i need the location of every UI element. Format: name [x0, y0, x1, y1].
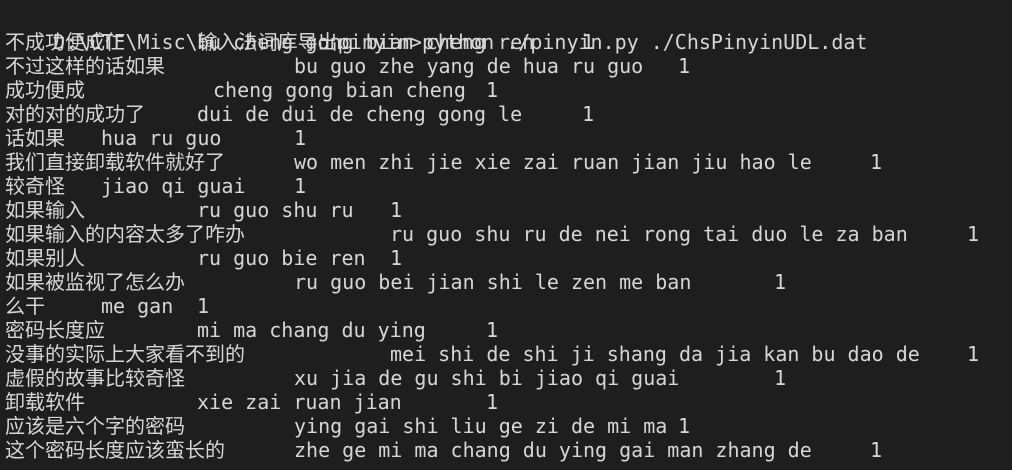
row-pinyin: hua ru guo	[101, 126, 222, 150]
output-row: 么干 me gan 1	[5, 294, 1012, 318]
command-line: D:\CTF\Misc\输入法词库导出pinyin>python ./pinyi…	[5, 6, 1012, 54]
row-pinyin: wo men zhi jie xie zai ruan jian jiu hao…	[294, 150, 812, 174]
row-word: 不成功便成仁	[5, 30, 125, 54]
row-count: 1	[774, 366, 787, 390]
output-row: 较奇怪 jiao qi guai 1	[5, 174, 1012, 198]
row-word: 成功便成	[5, 78, 85, 102]
row-word: 如果别人	[5, 246, 85, 270]
output-row: 这个密码长度应该蛮长的 zhe ge mi ma chang du ying ga…	[5, 438, 1012, 462]
output-row: 成功便成 cheng gong bian cheng 1	[5, 78, 1012, 102]
row-word: 没事的实际上大家看不到的	[5, 342, 245, 366]
row-count: 1	[678, 414, 691, 438]
row-word: 不过这样的话如果	[5, 54, 165, 78]
row-count: 1	[294, 174, 307, 198]
row-count: 1	[197, 294, 210, 318]
output-row: 如果输入 ru guo shu ru 1	[5, 198, 1012, 222]
output-row: 我们直接卸载软件就好了 wo men zhi jie xie zai ruan j…	[5, 150, 1012, 174]
row-word: 话如果	[5, 126, 65, 150]
output-row: 对的对的成功了 dui de dui de cheng gong le 1	[5, 102, 1012, 126]
row-count: 1	[678, 54, 691, 78]
output-rows: 不成功便成仁 bu cheng gong bian cheng ren 1 不过这样的…	[5, 30, 1012, 462]
row-word: 对的对的成功了	[5, 102, 145, 126]
row-word: 虚假的故事比较奇怪	[5, 366, 185, 390]
output-row: 话如果 hua ru guo 1	[5, 126, 1012, 150]
row-word: 卸载软件	[5, 390, 85, 414]
row-count: 1	[390, 246, 403, 270]
row-pinyin: zhe ge mi ma chang du ying gai man zhang…	[294, 438, 812, 462]
row-count: 1	[294, 126, 307, 150]
terminal-window[interactable]: D:\CTF\Misc\输入法词库导出pinyin>python ./pinyi…	[0, 0, 1012, 470]
row-word: 密码长度应	[5, 318, 105, 342]
row-count: 1	[870, 438, 883, 462]
row-count: 1	[390, 198, 403, 222]
row-pinyin: me gan	[101, 294, 174, 318]
row-pinyin: ying gai shi liu ge zi de mi ma	[294, 414, 668, 438]
row-pinyin: mi ma chang du ying	[197, 318, 426, 342]
row-pinyin: ru guo bie ren	[197, 246, 366, 270]
row-count: 1	[967, 222, 980, 246]
output-row: 不过这样的话如果 bu guo zhe yang de hua ru guo 1	[5, 54, 1012, 78]
row-count: 1	[582, 102, 595, 126]
row-count: 1	[582, 30, 595, 54]
row-word: 较奇怪	[5, 174, 65, 198]
row-pinyin: xu jia de gu shi bi jiao qi guai	[294, 366, 680, 390]
row-pinyin: xie zai ruan jian	[197, 390, 402, 414]
row-count: 1	[486, 390, 499, 414]
row-pinyin: bu cheng gong bian cheng ren	[197, 30, 535, 54]
row-word: 如果输入	[5, 198, 85, 222]
row-count: 1	[870, 150, 883, 174]
row-word: 如果输入的内容太多了咋办	[5, 222, 245, 246]
row-pinyin: ru guo bei jian shi le zen me ban	[294, 270, 692, 294]
output-row: 如果被监视了怎么办 ru guo bei jian shi le zen me b…	[5, 270, 1012, 294]
output-row: 如果输入的内容太多了咋办 ru guo shu ru de nei rong ta…	[5, 222, 1012, 246]
row-word: 这个密码长度应该蛮长的	[5, 438, 225, 462]
row-count: 1	[967, 342, 980, 366]
row-pinyin: cheng gong bian cheng	[213, 78, 466, 102]
row-pinyin: mei shi de shi ji shang da jia kan bu da…	[390, 342, 920, 366]
row-pinyin: ru guo shu ru de nei rong tai duo le za …	[390, 222, 908, 246]
output-row: 卸载软件 xie zai ruan jian 1	[5, 390, 1012, 414]
output-row: 密码长度应 mi ma chang du ying 1	[5, 318, 1012, 342]
row-pinyin: dui de dui de cheng gong le	[197, 102, 523, 126]
output-row: 虚假的故事比较奇怪 xu jia de gu shi bi jiao qi gua…	[5, 366, 1012, 390]
row-word: 我们直接卸载软件就好了	[5, 150, 225, 174]
row-count: 1	[486, 318, 499, 342]
row-pinyin: jiao qi guai	[101, 174, 246, 198]
row-pinyin: ru guo shu ru	[197, 198, 354, 222]
row-pinyin: bu guo zhe yang de hua ru guo	[294, 54, 644, 78]
row-count: 1	[774, 270, 787, 294]
output-row: 不成功便成仁 bu cheng gong bian cheng ren 1	[5, 30, 1012, 54]
row-count: 1	[486, 78, 499, 102]
row-word: 如果被监视了怎么办	[5, 270, 185, 294]
output-row: 应该是六个字的密码 ying gai shi liu ge zi de mi ma…	[5, 414, 1012, 438]
row-word: 应该是六个字的密码	[5, 414, 185, 438]
row-word: 么干	[5, 294, 45, 318]
output-row: 如果别人 ru guo bie ren 1	[5, 246, 1012, 270]
output-row: 没事的实际上大家看不到的 mei shi de shi ji shang da j…	[5, 342, 1012, 366]
